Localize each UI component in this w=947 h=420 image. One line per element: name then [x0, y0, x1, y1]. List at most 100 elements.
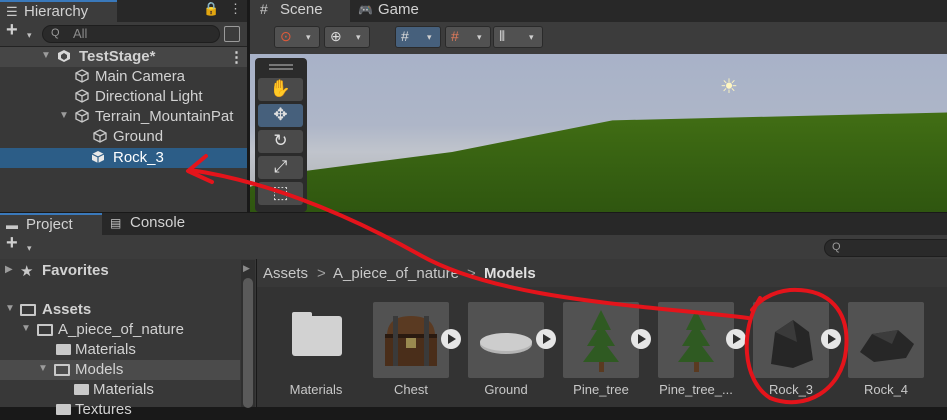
lock-icon[interactable]: 🔒	[203, 1, 219, 17]
folder-label: Models	[75, 361, 124, 378]
expand-asset-button[interactable]	[536, 329, 556, 349]
collapse-arrow-icon[interactable]: ▼	[38, 363, 48, 374]
grid-toggle-button[interactable]: # ▾	[395, 26, 441, 48]
tree-item-a-piece-of-nature[interactable]: ▼ A_piece_of_nature	[0, 320, 240, 340]
scene-viewport[interactable]: ☀	[250, 54, 947, 212]
folder-open-icon	[37, 324, 53, 336]
expand-asset-button[interactable]	[631, 329, 651, 349]
hierarchy-item-rock-3[interactable]: Rock_3	[0, 148, 247, 168]
chevron-down-icon: ▾	[306, 32, 311, 42]
play-icon	[828, 334, 836, 344]
play-icon	[543, 334, 551, 344]
collapse-arrow-icon[interactable]: ▼	[5, 303, 15, 314]
collapse-arrow-icon[interactable]: ▼	[21, 323, 31, 334]
panel-menu-icon[interactable]: ⋮	[229, 1, 242, 17]
collapse-arrow-icon[interactable]: ▼	[59, 110, 69, 121]
scrollbar-thumb[interactable]	[243, 278, 253, 408]
breadcrumb-models: Models	[484, 265, 536, 282]
hierarchy-scene-row[interactable]: ▼ TestStage* ⋮	[0, 47, 247, 67]
gizmo-tool-button[interactable]: ⊙ ▾	[274, 26, 320, 48]
asset-name: Rock_4	[863, 382, 909, 397]
hand-tool-button[interactable]: ✋	[258, 78, 303, 101]
search-icon: Q	[51, 27, 60, 39]
folder-tree-scrollbar[interactable]: ▶	[241, 260, 255, 408]
tab-game[interactable]: 🎮 Game	[350, 0, 440, 22]
hierarchy-item-terrain[interactable]: ▼ Terrain_MountainPat	[0, 107, 247, 127]
folder-label: A_piece_of_nature	[58, 321, 184, 338]
asset-thumbnail	[658, 302, 734, 378]
item-label: Main Camera	[95, 68, 186, 85]
asset-name: Pine_tree	[573, 382, 629, 397]
scale-tool-button[interactable]: ⤢	[258, 156, 303, 179]
move-tool-button[interactable]: ✥	[258, 104, 303, 127]
move-icon: ✥	[273, 105, 288, 124]
tree-item-models[interactable]: ▼ Models	[0, 360, 240, 380]
globe-icon: ⊕	[330, 28, 342, 44]
tab-scene[interactable]: # Scene	[250, 0, 350, 22]
search-icon: Q	[832, 241, 841, 253]
sun-icon: ☀	[720, 76, 738, 98]
asset-name: Rock_3	[768, 382, 814, 397]
snap-button[interactable]: # ▾	[445, 26, 491, 48]
tab-project-label: Project	[26, 216, 73, 233]
item-label: Ground	[113, 128, 164, 145]
list-icon: ☰	[6, 4, 18, 19]
breadcrumb-assets[interactable]: Assets	[263, 265, 308, 282]
drag-handle-icon[interactable]	[269, 64, 293, 70]
assets-label: Assets	[42, 301, 92, 318]
chest-model-icon	[385, 316, 437, 366]
console-icon: ▤	[110, 216, 122, 230]
scene-menu-icon[interactable]: ⋮	[229, 48, 244, 66]
asset-thumbnail	[563, 302, 639, 378]
project-search-input[interactable]: Q	[824, 239, 947, 257]
search-placeholder: All	[73, 26, 88, 41]
tool-palette: ✋ ✥ ↻ ⤢ ⬚	[255, 58, 307, 212]
breadcrumb-a-piece-of-nature[interactable]: A_piece_of_nature	[333, 265, 459, 282]
chevron-down-icon[interactable]: ▾	[27, 30, 32, 41]
tree-item-assets[interactable]: ▼ Assets	[0, 300, 240, 320]
asset-thumbnail	[373, 302, 449, 378]
breadcrumb-separator: >	[317, 265, 326, 282]
add-object-button[interactable]: +	[6, 19, 18, 42]
expand-asset-button[interactable]	[821, 329, 841, 349]
item-label: Rock_3	[113, 149, 164, 166]
hierarchy-item-directional-light[interactable]: Directional Light	[0, 87, 247, 107]
global-local-button[interactable]: ⊕ ▾	[324, 26, 370, 48]
tree-item-materials[interactable]: Materials	[0, 340, 240, 360]
asset-thumbnail	[753, 302, 829, 378]
chevron-down-icon[interactable]: ▾	[27, 243, 32, 254]
collapse-arrow-icon[interactable]: ▼	[41, 50, 51, 61]
hierarchy-search-input[interactable]: Q All	[42, 25, 220, 43]
increment-snap-button[interactable]: ⦀ ▾	[493, 26, 543, 48]
tree-item-models-materials[interactable]: Materials	[0, 380, 240, 400]
create-asset-button[interactable]: +	[6, 232, 18, 255]
tree-item-textures[interactable]: Textures	[0, 400, 240, 420]
play-icon	[638, 334, 646, 344]
rotate-tool-button[interactable]: ↻	[258, 130, 303, 153]
scale-icon: ⤢	[273, 157, 288, 176]
folder-icon	[56, 344, 71, 355]
expand-asset-button[interactable]	[441, 329, 461, 349]
tab-console-label: Console	[130, 214, 186, 231]
pine-tree-model-icon	[583, 310, 619, 372]
tree-item-favorites[interactable]: ▶ ★ Favorites	[0, 261, 240, 281]
rock-model-icon	[860, 330, 914, 362]
breadcrumb: Assets > A_piece_of_nature > Models	[257, 259, 947, 287]
tab-scene-label: Scene	[280, 1, 323, 18]
scroll-up-icon[interactable]: ▶	[243, 263, 250, 274]
hand-icon: ✋	[269, 79, 292, 98]
expand-asset-button[interactable]	[726, 329, 746, 349]
tab-game-label: Game	[378, 1, 419, 18]
play-icon	[448, 334, 456, 344]
tab-console[interactable]: ▤ Console	[104, 213, 204, 235]
asset-name: Pine_tree_...	[659, 382, 733, 397]
rect-tool-button[interactable]: ⬚	[258, 182, 303, 205]
folder-label: Textures	[75, 401, 132, 418]
search-options-icon[interactable]	[224, 26, 240, 42]
hierarchy-item-main-camera[interactable]: Main Camera	[0, 67, 247, 87]
hierarchy-item-ground[interactable]: Ground	[0, 127, 247, 147]
chevron-down-icon: ▾	[427, 32, 432, 42]
gizmo-icon: ⊙	[280, 28, 292, 44]
expand-arrow-icon[interactable]: ▶	[5, 264, 13, 275]
favorites-label: Favorites	[42, 262, 109, 279]
